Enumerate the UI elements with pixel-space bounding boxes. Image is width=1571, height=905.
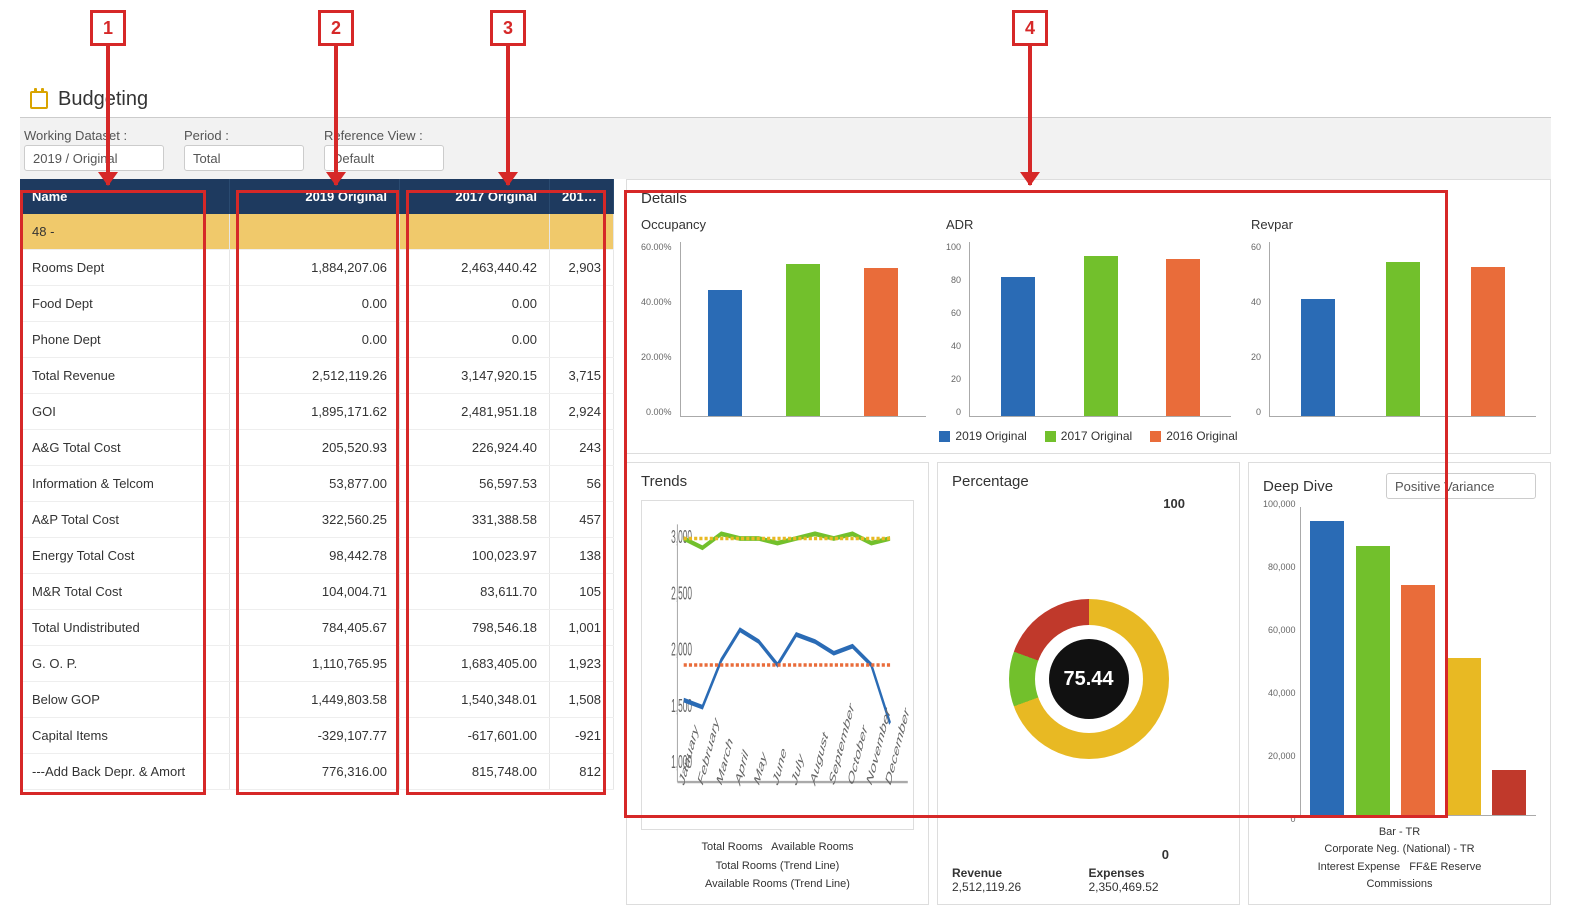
annotation-callout-1: 1 — [90, 10, 126, 185]
deep-dive-title: Deep Dive — [1263, 478, 1333, 495]
table-row[interactable]: Information & Telcom53,877.0056,597.5356 — [20, 466, 614, 502]
deep-dive-select[interactable]: Positive Variance — [1386, 473, 1536, 499]
table-row[interactable]: 48 - — [20, 214, 614, 250]
svg-text:August: August — [809, 728, 830, 789]
table-row[interactable]: Rooms Dept1,884,207.062,463,440.422,903 — [20, 250, 614, 286]
selectors-bar: Working Dataset : 2019 / Original Period… — [20, 118, 1551, 179]
details-card: Details Occupancy60.00%40.00%20.00%0.00%… — [626, 179, 1551, 454]
table-row[interactable]: Total Undistributed784,405.67798,546.181… — [20, 610, 614, 646]
mini-chart: Occupancy60.00%40.00%20.00%0.00% — [641, 217, 926, 417]
annotation-callout-3: 3 — [490, 10, 526, 185]
details-title: Details — [641, 190, 1536, 207]
table-row[interactable]: A&P Total Cost322,560.25331,388.58457 — [20, 502, 614, 538]
gauge-value: 75.44 — [1049, 639, 1129, 719]
trends-legend: Total Rooms Available Rooms Total Rooms … — [641, 838, 914, 894]
table-row[interactable]: Phone Dept0.000.00 — [20, 322, 614, 358]
col-header-2016[interactable]: 2016 O — [550, 179, 614, 214]
details-legend: 2019 Original 2017 Original 2016 Origina… — [641, 429, 1536, 443]
svg-text:2,500: 2,500 — [671, 584, 692, 605]
period-label: Period : — [184, 128, 304, 143]
annotation-callout-4: 4 — [1012, 10, 1048, 185]
col-header-2019[interactable]: 2019 Original — [230, 179, 400, 214]
table-row[interactable]: A&G Total Cost205,520.93226,924.40243 — [20, 430, 614, 466]
app-header: Budgeting — [20, 82, 1551, 118]
period-select[interactable]: Total — [184, 145, 304, 171]
table-row[interactable]: ---Add Back Depr. & Amort776,316.00815,7… — [20, 754, 614, 790]
percentage-title: Percentage — [952, 473, 1225, 490]
trends-title: Trends — [641, 473, 914, 490]
trends-card: Trends 3,0002,5002,0001,5001,000 January — [626, 462, 929, 905]
deep-dive-bars — [1300, 507, 1536, 816]
table-row[interactable]: Food Dept0.000.00 — [20, 286, 614, 322]
mini-chart: Revpar6040200 — [1251, 217, 1536, 417]
table-row[interactable]: Energy Total Cost98,442.78100,023.97138 — [20, 538, 614, 574]
gauge-chart: 75.44 — [1009, 599, 1169, 759]
deep-dive-card: Deep Dive Positive Variance 100,00080,00… — [1248, 462, 1551, 905]
deep-dive-legend: Bar - TR Corporate Neg. (National) - TR … — [1263, 824, 1536, 894]
table-row[interactable]: Capital Items-329,107.77-617,601.00-921 — [20, 718, 614, 754]
calendar-icon — [30, 91, 48, 109]
col-header-2017[interactable]: 2017 Original — [400, 179, 550, 214]
table-row[interactable]: Below GOP1,449,803.581,540,348.011,508 — [20, 682, 614, 718]
svg-text:2,000: 2,000 — [671, 640, 692, 661]
table-row[interactable]: Total Revenue2,512,119.263,147,920.153,7… — [20, 358, 614, 394]
budget-table: Name 2019 Original 2017 Original 2016 O … — [20, 179, 614, 905]
table-row[interactable]: M&R Total Cost104,004.7183,611.70105 — [20, 574, 614, 610]
trends-plot: 3,0002,5002,0001,5001,000 January Februa… — [641, 500, 914, 830]
percentage-card: Percentage 100 75.44 0 Revenue2,512,119.… — [937, 462, 1240, 905]
svg-text:1,500: 1,500 — [671, 696, 692, 717]
svg-text:July: July — [790, 749, 806, 789]
mini-chart: ADR100806040200 — [946, 217, 1231, 417]
table-row[interactable]: G. O. P.1,110,765.951,683,405.001,923 — [20, 646, 614, 682]
annotation-callout-2: 2 — [318, 10, 354, 185]
table-row[interactable]: GOI1,895,171.622,481,951.182,924 — [20, 394, 614, 430]
